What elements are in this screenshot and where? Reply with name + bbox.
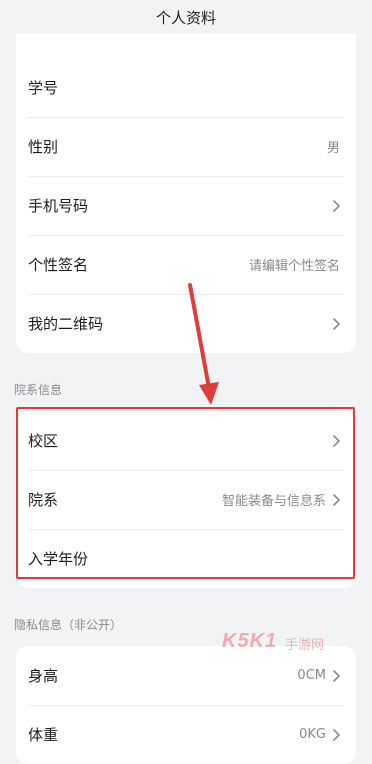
school-card: 校区 院系 智能装备与信息系 入学年份 — [16, 411, 356, 588]
chevron-right-icon — [330, 434, 344, 448]
row-value: 智能装备与信息系 — [221, 494, 326, 509]
chevron-right-icon — [330, 728, 344, 742]
row-signature[interactable]: 个性签名 请编辑个性签名 — [16, 235, 356, 294]
row-value: 0CM — [297, 668, 326, 683]
chevron-right-icon — [330, 669, 344, 683]
chevron-right-icon — [330, 317, 344, 331]
watermark-text: 手游网 — [285, 638, 325, 653]
row-value: 请编辑个性签名 — [248, 259, 340, 274]
watermark-logo: K5K1 — [222, 630, 278, 652]
privacy-card: 身高 0CM 体重 0KG — [16, 646, 356, 764]
row-label: 个性签名 — [28, 256, 89, 274]
row-qrcode[interactable]: 我的二维码 — [16, 294, 356, 353]
page-title: 个人资料 — [155, 8, 216, 27]
row-gender[interactable]: 性别 男 — [16, 117, 356, 176]
row-label: 手机号码 — [28, 197, 89, 215]
chevron-right-icon — [330, 199, 344, 213]
row-label: 校区 — [28, 432, 59, 450]
row-campus[interactable]: 校区 — [16, 411, 356, 470]
row-label: 入学年份 — [28, 550, 89, 568]
chevron-right-icon — [330, 493, 344, 507]
row-student-id[interactable]: 学号 — [16, 58, 356, 117]
profile-card: 学号 性别 男 手机号码 个性签名 请编辑个性签名 我的二维码 — [16, 34, 356, 353]
row-weight[interactable]: 体重 0KG — [16, 705, 356, 764]
nav-bar: 个人资料 — [0, 0, 372, 34]
row-label: 院系 — [28, 491, 59, 509]
row-label: 性别 — [28, 138, 59, 156]
row-value: 男 — [326, 141, 340, 156]
row-department[interactable]: 院系 智能装备与信息系 — [16, 470, 356, 529]
row-label: 学号 — [28, 79, 59, 97]
row-height[interactable]: 身高 0CM — [16, 646, 356, 705]
row-phone[interactable]: 手机号码 — [16, 176, 356, 235]
row-label: 我的二维码 — [28, 315, 104, 333]
row-label: 身高 — [28, 667, 59, 685]
row-enrollment-year[interactable]: 入学年份 — [16, 529, 356, 588]
row-label: 体重 — [28, 726, 59, 744]
section-title-school: 院系信息 — [14, 382, 63, 397]
row-value: 0KG — [299, 727, 326, 742]
